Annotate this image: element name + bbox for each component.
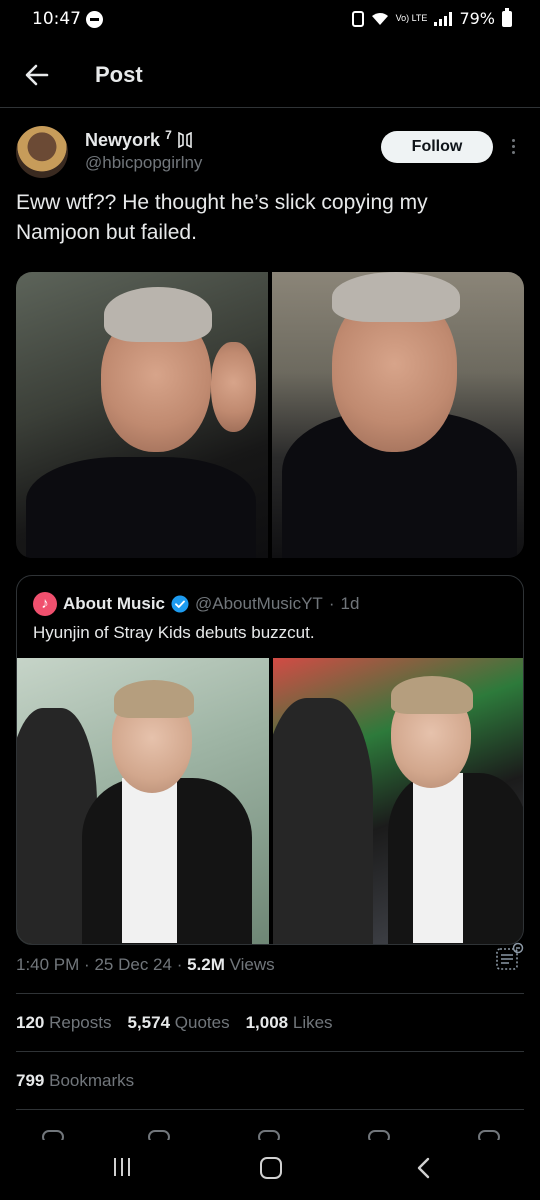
- page-title: Post: [95, 62, 143, 87]
- quotes-count: 5,574: [127, 1013, 171, 1032]
- quotes-label: Quotes: [174, 1013, 230, 1032]
- status-time: 10:47: [32, 9, 81, 29]
- tweet-date: 25 Dec 24: [94, 955, 172, 974]
- photo-hair: [332, 272, 460, 322]
- reposts-stat[interactable]: 120 Reposts: [16, 1013, 111, 1033]
- quoted-separator: ·: [328, 594, 335, 613]
- status-bar: 10:47 Vo) LTE 79%: [0, 0, 540, 40]
- post-header: Post: [0, 48, 540, 108]
- quoted-tweet[interactable]: ♪ About Music @AboutMusicYT · 1d Hyunjin…: [16, 575, 524, 945]
- home-icon[interactable]: [260, 1157, 282, 1179]
- notification-icon: [86, 11, 103, 28]
- battery-percent: 79%: [459, 9, 495, 28]
- photo-hair: [104, 287, 212, 342]
- quoted-age: 1d: [340, 594, 360, 613]
- quoted-author-name: About Music: [63, 594, 165, 613]
- photo-white-shirt: [413, 773, 463, 943]
- status-indicators: Vo) LTE 79%: [351, 7, 512, 28]
- reposts-count: 120: [16, 1013, 45, 1032]
- reposts-label: Reposts: [49, 1013, 112, 1032]
- like-icon[interactable]: [258, 1130, 280, 1140]
- quoted-author-handle: @AboutMusicYT: [195, 594, 323, 613]
- quotes-stat[interactable]: 5,574 Quotes: [127, 1013, 229, 1033]
- tweet-meta: 1:40 PM · 25 Dec 24 · 5.2M Views: [16, 955, 275, 975]
- likes-stat[interactable]: 1,008 Likes: [246, 1013, 333, 1033]
- photo-hair: [391, 676, 473, 714]
- tweet-photo[interactable]: [16, 272, 268, 558]
- bookmarks-count: 799: [16, 1071, 45, 1090]
- arrow-left-icon[interactable]: [22, 60, 52, 90]
- meta-separator: ·: [84, 955, 90, 974]
- divider: [16, 1051, 524, 1052]
- divider: [16, 993, 524, 994]
- quoted-text: Hyunjin of Stray Kids debuts buzzcut.: [33, 623, 315, 642]
- tweet-photo[interactable]: [272, 272, 524, 558]
- views-label: Views: [229, 955, 275, 974]
- author-handle[interactable]: @hbicpopgirlny: [85, 153, 202, 173]
- share-icon[interactable]: [478, 1130, 500, 1140]
- photo-shirt: [26, 457, 256, 558]
- engagement-stats: 120 Reposts 5,574 Quotes 1,008 Likes: [16, 1013, 333, 1033]
- nfc-icon: [351, 10, 364, 27]
- photo-white-shirt: [122, 778, 177, 943]
- system-nav-bar: [0, 1140, 540, 1200]
- author-row: Newyork 7 @hbicpopgirlny Follow: [16, 124, 524, 180]
- author-name-suffix: 7: [165, 128, 172, 142]
- photo-hand: [211, 342, 256, 432]
- quoted-media[interactable]: [17, 658, 523, 944]
- repost-icon[interactable]: [148, 1130, 170, 1140]
- photo-person-left: [273, 698, 373, 944]
- author-name[interactable]: Newyork 7: [85, 128, 193, 151]
- bookmarks-stat[interactable]: 799 Bookmarks: [16, 1071, 134, 1091]
- tweet-media[interactable]: [16, 272, 524, 558]
- author-display-name: Newyork: [85, 130, 161, 150]
- bts-logo-icon: [177, 131, 192, 149]
- lte-label: Vo) LTE: [395, 13, 428, 23]
- divider: [16, 1109, 524, 1110]
- tweet-text: Eww wtf?? He thought he’s slick copying …: [16, 191, 428, 244]
- tweet-action-bar: [0, 1124, 540, 1140]
- recent-apps-icon[interactable]: [112, 1158, 132, 1178]
- views-count: 5.2M: [187, 955, 225, 974]
- bookmark-icon[interactable]: [368, 1130, 390, 1140]
- photo-hair: [114, 680, 194, 718]
- likes-label: Likes: [292, 1013, 333, 1032]
- quoted-avatar: ♪: [33, 592, 57, 616]
- verified-badge-icon: [171, 595, 189, 613]
- battery-icon: [502, 7, 512, 27]
- bookmarks-label: Bookmarks: [49, 1071, 135, 1090]
- quoted-photo[interactable]: [273, 658, 523, 944]
- avatar[interactable]: [16, 126, 68, 178]
- analytics-icon[interactable]: [494, 942, 524, 972]
- quoted-author-row: ♪ About Music @AboutMusicYT · 1d: [33, 591, 359, 617]
- meta-separator: ·: [176, 955, 183, 974]
- tweet-time: 1:40 PM: [16, 955, 80, 974]
- reply-icon[interactable]: [42, 1130, 64, 1140]
- more-vertical-icon[interactable]: [508, 136, 518, 160]
- follow-button[interactable]: Follow: [381, 131, 493, 163]
- quoted-photo[interactable]: [17, 658, 269, 944]
- signal-icon: [434, 11, 453, 26]
- likes-count: 1,008: [245, 1013, 289, 1032]
- back-chevron-icon[interactable]: [412, 1156, 436, 1180]
- wifi-icon: [371, 12, 389, 26]
